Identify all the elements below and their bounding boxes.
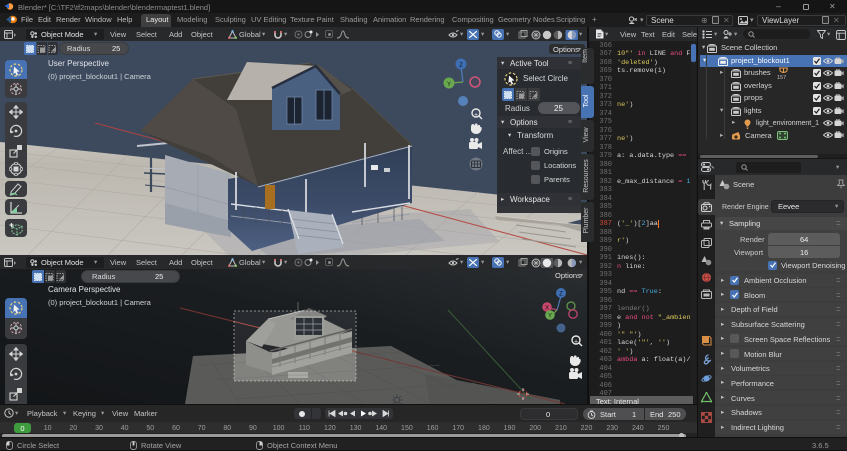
svg-text:Z: Z [559, 292, 563, 298]
svg-text:Y: Y [548, 314, 552, 320]
svg-text:+: + [474, 112, 478, 119]
svg-text:Y: Y [447, 82, 451, 88]
svg-text:+: + [574, 339, 578, 346]
svg-text:Z: Z [459, 63, 463, 69]
